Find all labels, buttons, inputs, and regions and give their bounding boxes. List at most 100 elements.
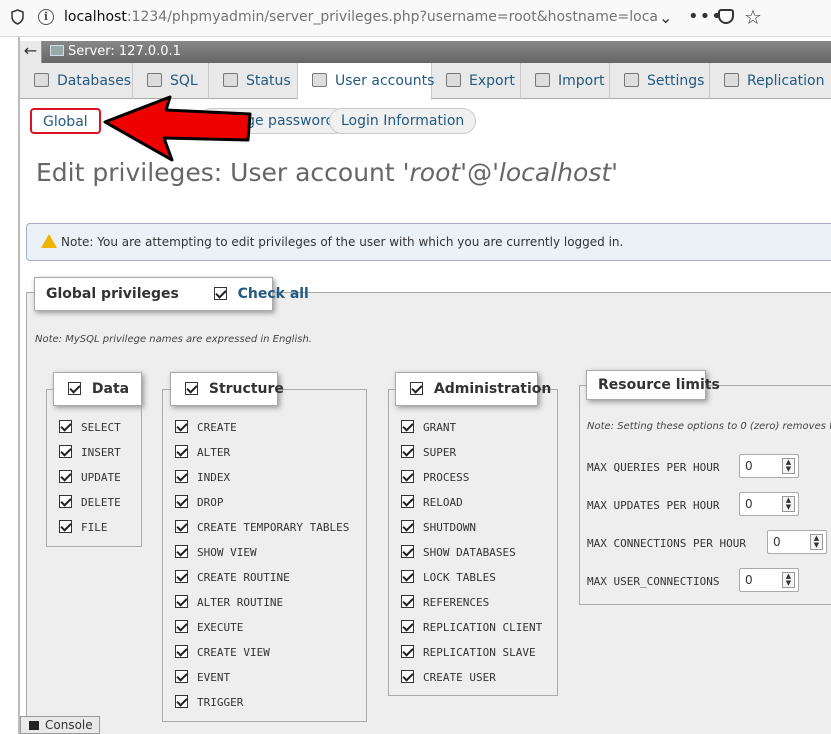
privilege-label[interactable]: DELETE [81, 496, 121, 509]
data-privilege-item[interactable]: FILE [59, 520, 108, 534]
administration-privilege-item[interactable]: REPLICATION SLAVE [401, 645, 536, 659]
subtab-login-information[interactable]: Login Information [329, 108, 477, 134]
privilege-checkbox[interactable] [59, 470, 72, 483]
pocket-icon[interactable] [718, 9, 734, 24]
administration-privilege-item[interactable]: LOCK TABLES [401, 570, 496, 584]
structure-privilege-item[interactable]: EVENT [175, 670, 230, 684]
structure-privilege-item[interactable]: INDEX [175, 470, 230, 484]
privilege-label[interactable]: REPLICATION CLIENT [423, 621, 542, 634]
privilege-label[interactable]: ALTER [197, 446, 230, 459]
privilege-checkbox[interactable] [175, 570, 188, 583]
bookmark-star-icon[interactable]: ☆ [744, 5, 762, 29]
administration-privilege-item[interactable]: REPLICATION CLIENT [401, 620, 542, 634]
structure-privilege-item[interactable]: CREATE ROUTINE [175, 570, 290, 584]
structure-privilege-item[interactable]: CREATE TEMPORARY TABLES [175, 520, 349, 534]
data-check-all-checkbox[interactable] [68, 382, 81, 395]
site-info-icon[interactable]: i [38, 9, 54, 25]
privilege-label[interactable]: RELOAD [423, 496, 463, 509]
privilege-checkbox[interactable] [401, 545, 414, 558]
tab-export[interactable]: Export [432, 63, 521, 99]
privilege-checkbox[interactable] [401, 495, 414, 508]
url-field[interactable]: localhost:1234/phpmyadmin/server_privile… [64, 9, 658, 25]
privilege-checkbox[interactable] [401, 420, 414, 433]
administration-check-all-checkbox[interactable] [410, 382, 423, 395]
structure-privilege-item[interactable]: TRIGGER [175, 695, 243, 709]
privilege-checkbox[interactable] [401, 520, 414, 533]
privilege-label[interactable]: SELECT [81, 421, 121, 434]
privilege-label[interactable]: CREATE ROUTINE [197, 571, 290, 584]
privilege-checkbox[interactable] [401, 470, 414, 483]
privilege-label[interactable]: PROCESS [423, 471, 469, 484]
privilege-checkbox[interactable] [175, 620, 188, 633]
privilege-checkbox[interactable] [401, 595, 414, 608]
administration-privilege-item[interactable]: REFERENCES [401, 595, 489, 609]
data-privilege-item[interactable]: SELECT [59, 420, 121, 434]
subtab-global[interactable]: Global [30, 108, 101, 134]
privilege-label[interactable]: DROP [197, 496, 224, 509]
privilege-checkbox[interactable] [175, 445, 188, 458]
privilege-checkbox[interactable] [401, 670, 414, 683]
administration-privilege-item[interactable]: GRANT [401, 420, 456, 434]
back-arrow-icon[interactable]: ← [20, 41, 42, 63]
privilege-label[interactable]: CREATE VIEW [197, 646, 270, 659]
privilege-label[interactable]: ALTER ROUTINE [197, 596, 283, 609]
administration-privilege-item[interactable]: CREATE USER [401, 670, 496, 684]
tab-import[interactable]: Import [521, 63, 610, 99]
spinner-arrows-icon[interactable]: ▲ ▼ [782, 572, 795, 588]
administration-privilege-item[interactable]: PROCESS [401, 470, 469, 484]
privilege-label[interactable]: INDEX [197, 471, 230, 484]
privilege-label[interactable]: REFERENCES [423, 596, 489, 609]
privilege-checkbox[interactable] [175, 520, 188, 533]
privilege-label[interactable]: UPDATE [81, 471, 121, 484]
privilege-checkbox[interactable] [401, 645, 414, 658]
spinner-arrows-icon[interactable]: ▲ ▼ [810, 534, 823, 550]
data-privilege-item[interactable]: DELETE [59, 495, 121, 509]
structure-check-all-checkbox[interactable] [185, 382, 198, 395]
administration-privilege-item[interactable]: SHUTDOWN [401, 520, 476, 534]
chevron-down-icon[interactable]: ⌄ [659, 8, 672, 27]
server-label[interactable]: Server: 127.0.0.1 [50, 44, 181, 59]
privilege-checkbox[interactable] [59, 420, 72, 433]
privilege-checkbox[interactable] [175, 495, 188, 508]
max-connections-input[interactable]: 0 ▲ ▼ [767, 530, 827, 554]
privilege-checkbox[interactable] [401, 445, 414, 458]
privilege-label[interactable]: REPLICATION SLAVE [423, 646, 536, 659]
structure-privilege-item[interactable]: ALTER ROUTINE [175, 595, 283, 609]
structure-privilege-item[interactable]: DROP [175, 495, 224, 509]
structure-privilege-item[interactable]: ALTER [175, 445, 230, 459]
privilege-checkbox[interactable] [59, 520, 72, 533]
privilege-label[interactable]: LOCK TABLES [423, 571, 496, 584]
privilege-label[interactable]: EXECUTE [197, 621, 243, 634]
privilege-label[interactable]: SUPER [423, 446, 456, 459]
privilege-label[interactable]: CREATE USER [423, 671, 496, 684]
check-all-checkbox[interactable] [213, 287, 227, 300]
privilege-label[interactable]: CREATE TEMPORARY TABLES [197, 521, 349, 534]
max-updates-input[interactable]: 0 ▲ ▼ [739, 492, 799, 516]
structure-privilege-item[interactable]: CREATE [175, 420, 237, 434]
check-all-label[interactable]: Check all [238, 286, 309, 302]
administration-privilege-item[interactable]: SHOW DATABASES [401, 545, 516, 559]
max-user-connections-input[interactable]: 0 ▲ ▼ [739, 568, 799, 592]
privilege-checkbox[interactable] [175, 670, 188, 683]
administration-privilege-item[interactable]: SUPER [401, 445, 456, 459]
privilege-checkbox[interactable] [175, 420, 188, 433]
administration-privilege-item[interactable]: RELOAD [401, 495, 463, 509]
console-toggle[interactable]: Console [20, 716, 100, 734]
tab-settings[interactable]: Settings [610, 63, 710, 99]
privilege-label[interactable]: GRANT [423, 421, 456, 434]
structure-privilege-item[interactable]: SHOW VIEW [175, 545, 257, 559]
privilege-checkbox[interactable] [59, 445, 72, 458]
privilege-checkbox[interactable] [401, 570, 414, 583]
privilege-checkbox[interactable] [175, 545, 188, 558]
privilege-label[interactable]: TRIGGER [197, 696, 243, 709]
structure-privilege-item[interactable]: EXECUTE [175, 620, 243, 634]
structure-privilege-item[interactable]: CREATE VIEW [175, 645, 270, 659]
privilege-checkbox[interactable] [175, 595, 188, 608]
privilege-label[interactable]: SHOW VIEW [197, 546, 257, 559]
privilege-checkbox[interactable] [59, 495, 72, 508]
privilege-label[interactable]: EVENT [197, 671, 230, 684]
privilege-label[interactable]: SHUTDOWN [423, 521, 476, 534]
spinner-arrows-icon[interactable]: ▲ ▼ [782, 458, 795, 474]
privilege-checkbox[interactable] [401, 620, 414, 633]
spinner-arrows-icon[interactable]: ▲ ▼ [782, 496, 795, 512]
